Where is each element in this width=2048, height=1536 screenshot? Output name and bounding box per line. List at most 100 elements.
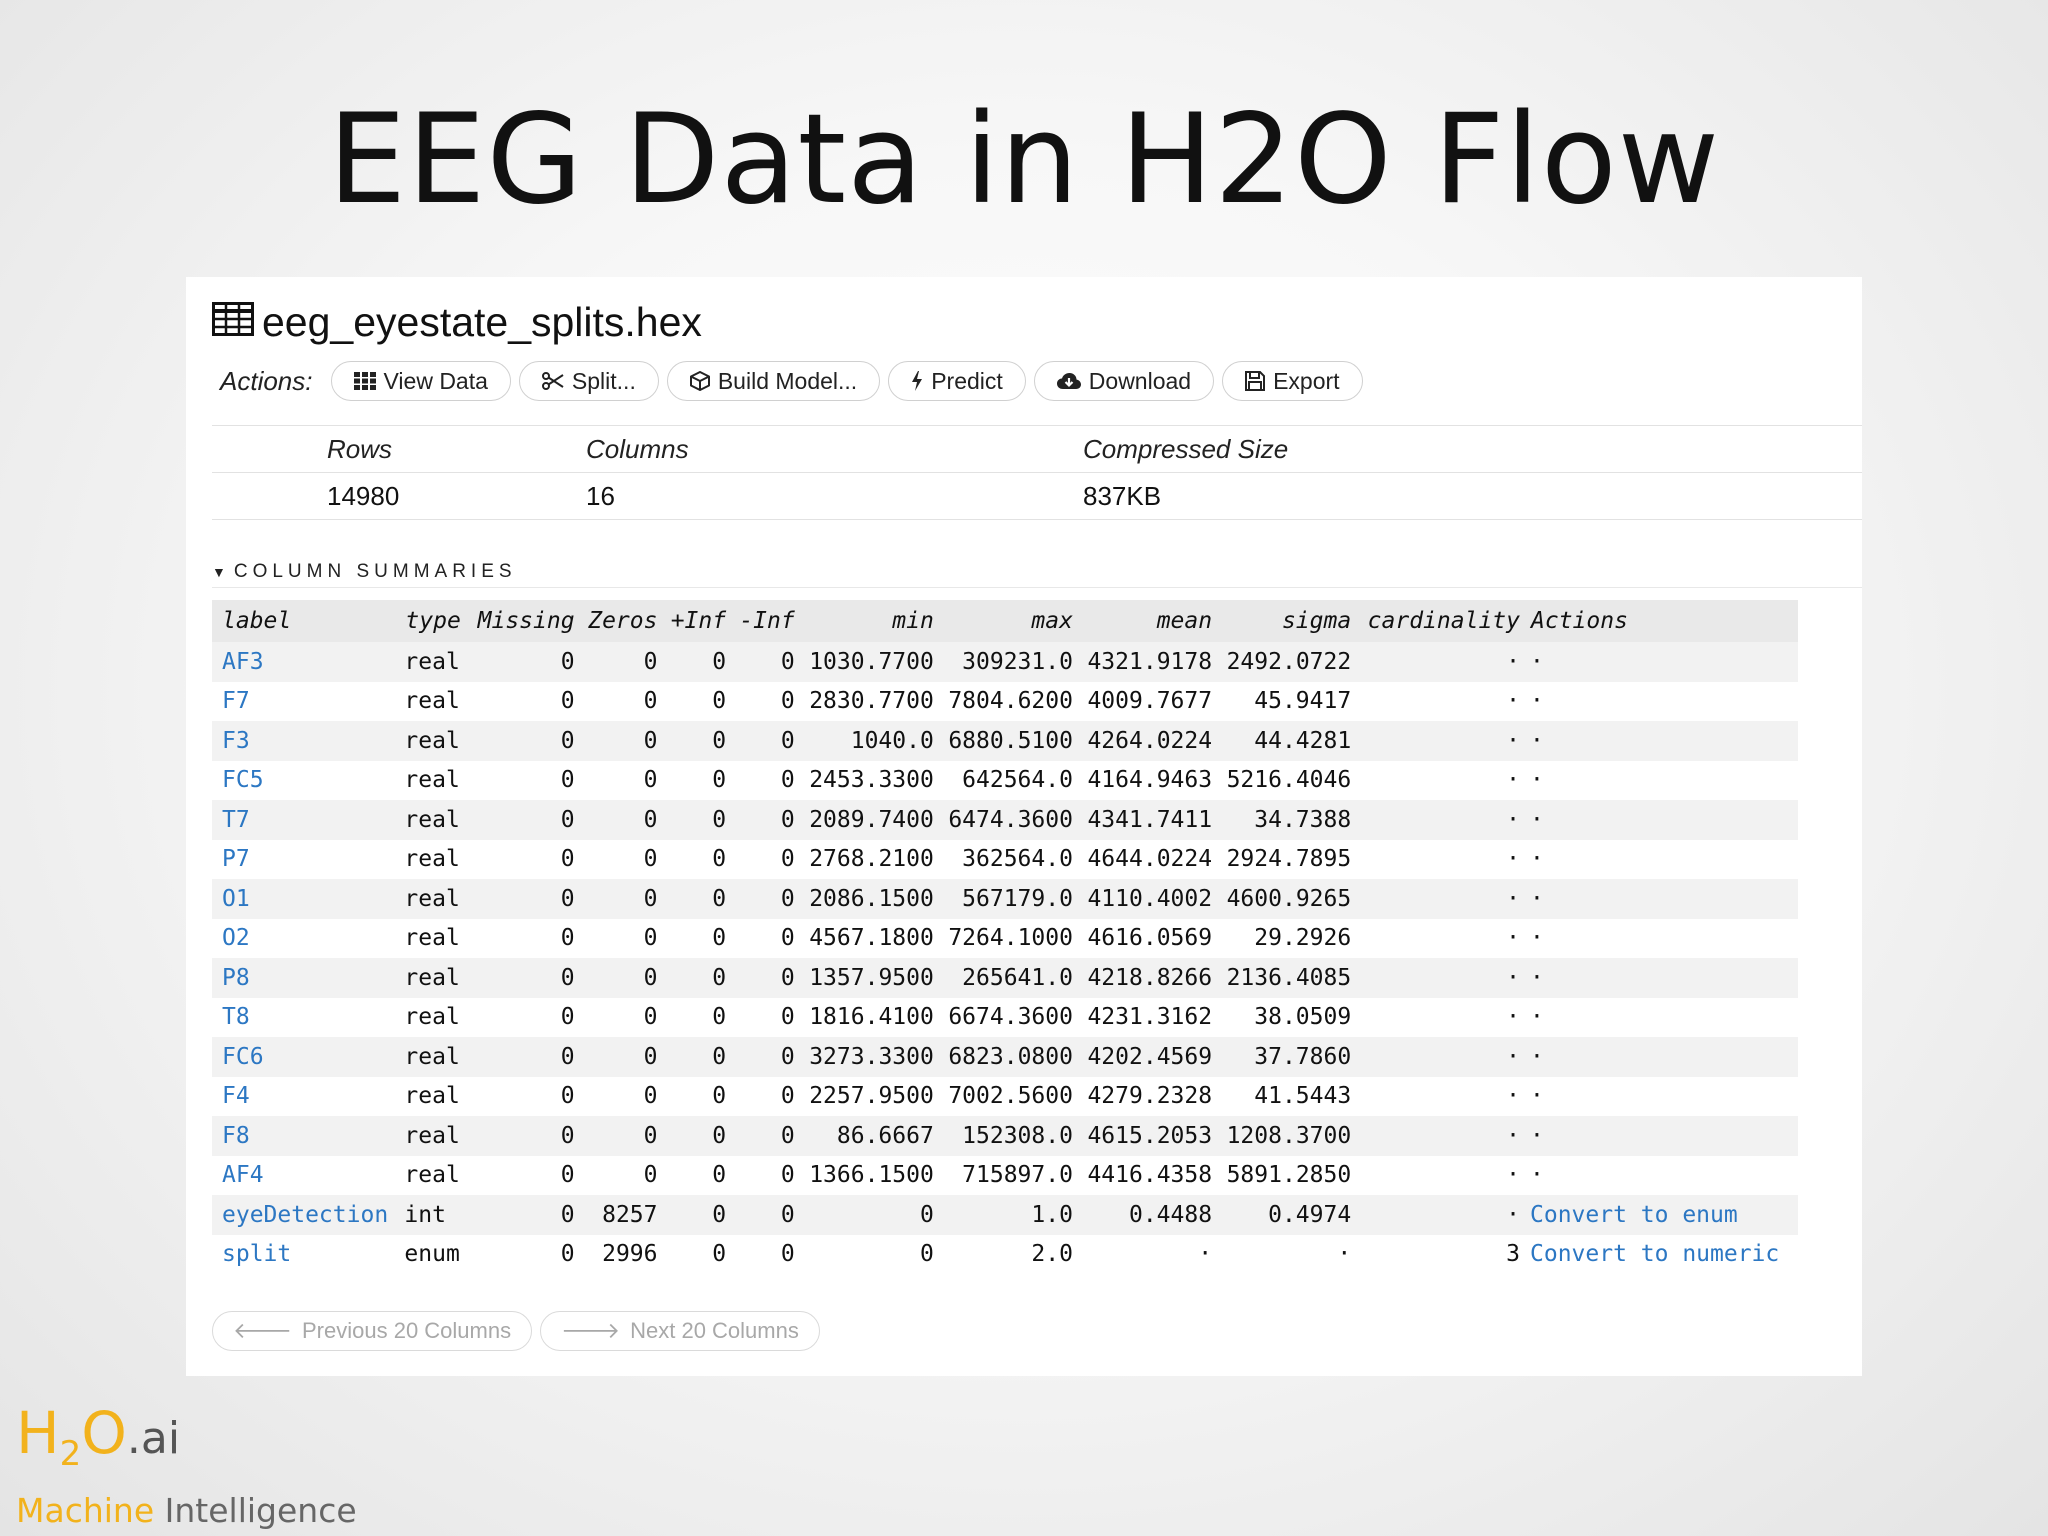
table-cell: 0 [736, 642, 805, 682]
column-label-link[interactable]: F4 [212, 1077, 404, 1117]
table-cell: 0 [712, 1241, 727, 1268]
frame-summary: Rows Columns Compressed Size 14980 16 83… [212, 425, 1862, 520]
table-cell: 34.7388 [1222, 800, 1362, 840]
table-cell: 0 [643, 1004, 658, 1031]
table-cell: 0 [780, 1241, 795, 1268]
table-cell: 1357.9500 [804, 958, 944, 998]
column-label-link[interactable]: split [212, 1235, 404, 1275]
table-cell: 0 [643, 925, 658, 952]
table-cell: 4567.1800 [809, 925, 934, 952]
table-cell: 152308.0 [943, 1116, 1083, 1156]
convert-action-link[interactable]: Convert to numeric [1530, 1235, 1798, 1275]
column-label-link[interactable]: FC5 [212, 761, 404, 801]
column-label-link[interactable]: T8 [212, 998, 404, 1038]
table-cell: real [404, 767, 460, 794]
table-cell: 0 [712, 1162, 727, 1189]
column-label-link[interactable]: P8 [212, 958, 405, 998]
column-label-link[interactable]: P7 [212, 840, 404, 880]
table-cell: 4321.9178 [1082, 642, 1223, 682]
size-header: Compressed Size [1083, 433, 1289, 464]
predict-button[interactable]: Predict [888, 361, 1026, 401]
export-label: Export [1273, 367, 1340, 394]
table-cell: · [1530, 688, 1544, 715]
table-cell: 6474.3600 [943, 800, 1083, 840]
export-button[interactable]: Export [1222, 361, 1363, 401]
table-cell: 7002.5600 [948, 1083, 1073, 1110]
next-columns-button[interactable]: 🡒 Next 20 Columns [540, 1311, 820, 1351]
table-cell: · [1361, 800, 1530, 840]
table-cell: 5891.2850 [1226, 1162, 1352, 1189]
h2o-logo: H2O.ai Machine Intelligence [16, 1398, 357, 1531]
table-cell: 0 [473, 958, 585, 998]
table-cell: real [404, 1116, 474, 1156]
table-cell: 37.7860 [1222, 1037, 1362, 1077]
table-cell: 4202.4569 [1082, 1037, 1223, 1077]
table-cell: 0 [712, 846, 727, 873]
convert-action-link[interactable]: Convert to enum [1530, 1195, 1798, 1235]
table-cell: real [404, 879, 474, 919]
table-cell: 0 [643, 688, 658, 715]
section-title: COLUMN SUMMARIES [233, 561, 517, 582]
table-row: AF3 real 0 0 0 0 1030.7700 309231.0 4321.9178 249… [212, 642, 1798, 682]
column-label-link[interactable]: T7 [212, 800, 405, 840]
table-cell: 0 [780, 1083, 795, 1110]
build-model-button[interactable]: Build Model... [666, 361, 881, 401]
table-cell: 0 [643, 846, 658, 873]
table-cell: 4615.2053 [1082, 1116, 1223, 1156]
column-label-link[interactable]: O1 [212, 879, 405, 919]
table-cell: · [1530, 925, 1544, 952]
table-cell: 1040.0 [804, 721, 944, 761]
download-button[interactable]: Download [1033, 361, 1215, 401]
previous-columns-button[interactable]: 🡐 Previous 20 Columns [212, 1311, 533, 1351]
column-label-link[interactable]: F3 [212, 721, 405, 761]
table-cell: 4279.2328 [1087, 1083, 1213, 1110]
table-cell: 0 [643, 1162, 658, 1189]
table-cell: 0 [780, 688, 795, 715]
column-label-link[interactable]: F7 [212, 682, 404, 722]
table-cell: · [1530, 1037, 1798, 1077]
table-header-row: label type Missing Zeros +Inf -Inf min max mean s… [212, 600, 1798, 642]
table-cell: 7264.1000 [948, 925, 1073, 952]
table-cell: 0 [780, 1162, 795, 1189]
table-cell: 0 [667, 1195, 737, 1235]
table-cell: 0 [584, 721, 668, 761]
view-data-button[interactable]: View Data [330, 361, 511, 401]
column-header-sigma: sigma [1222, 600, 1362, 642]
split-button[interactable]: Split... [518, 361, 659, 401]
table-cell: 4600.9265 [1222, 879, 1362, 919]
table-cell: 6880.5100 [943, 721, 1083, 761]
column-label-link[interactable]: AF4 [212, 1156, 404, 1196]
table-cell: · [1361, 1037, 1530, 1077]
column-summaries-toggle[interactable]: ▼ COLUMN SUMMARIES [212, 557, 1862, 588]
table-cell: 5216.4046 [1226, 767, 1352, 794]
table-cell: 362564.0 [962, 846, 1073, 873]
table-cell: 0 [780, 846, 795, 873]
column-header-min: min [804, 600, 944, 642]
column-label-link[interactable]: F8 [212, 1116, 405, 1156]
table-cell: 0 [919, 1241, 934, 1268]
slide-title: EEG Data in H2O Flow [327, 88, 1721, 232]
table-cell: 567179.0 [943, 879, 1083, 919]
table-cell: 0 [560, 1162, 575, 1189]
actions-label: Actions: [220, 365, 313, 396]
column-label-link[interactable]: O2 [212, 919, 404, 959]
column-label-link[interactable]: AF3 [212, 642, 405, 682]
column-label-link[interactable]: eyeDetection [212, 1195, 405, 1235]
table-cell: 2768.2100 [809, 846, 934, 873]
cube-icon [689, 371, 710, 391]
tagline-intelligence: Intelligence [164, 1491, 357, 1530]
column-header-inf: +Inf [667, 600, 737, 642]
column-label-link[interactable]: FC6 [212, 1037, 405, 1077]
table-cell: 7804.6200 [948, 688, 1073, 715]
logo-two: 2 [59, 1434, 82, 1474]
table-cell: 0 [712, 688, 727, 715]
table-cell: 44.4281 [1222, 721, 1362, 761]
frame-header: eeg_eyestate_splits.hex [212, 292, 702, 352]
table-cell: 0 [736, 1116, 805, 1156]
table-cell: 2996 [602, 1241, 658, 1268]
table-cell: real [404, 1004, 460, 1031]
table-cell: int [404, 1195, 474, 1235]
table-row: F4 real 0 0 0 0 2257.9500 7002.5600 4279.2328 41.… [212, 1077, 1798, 1117]
table-cell: 0 [667, 879, 737, 919]
table-cell: real [404, 721, 474, 761]
